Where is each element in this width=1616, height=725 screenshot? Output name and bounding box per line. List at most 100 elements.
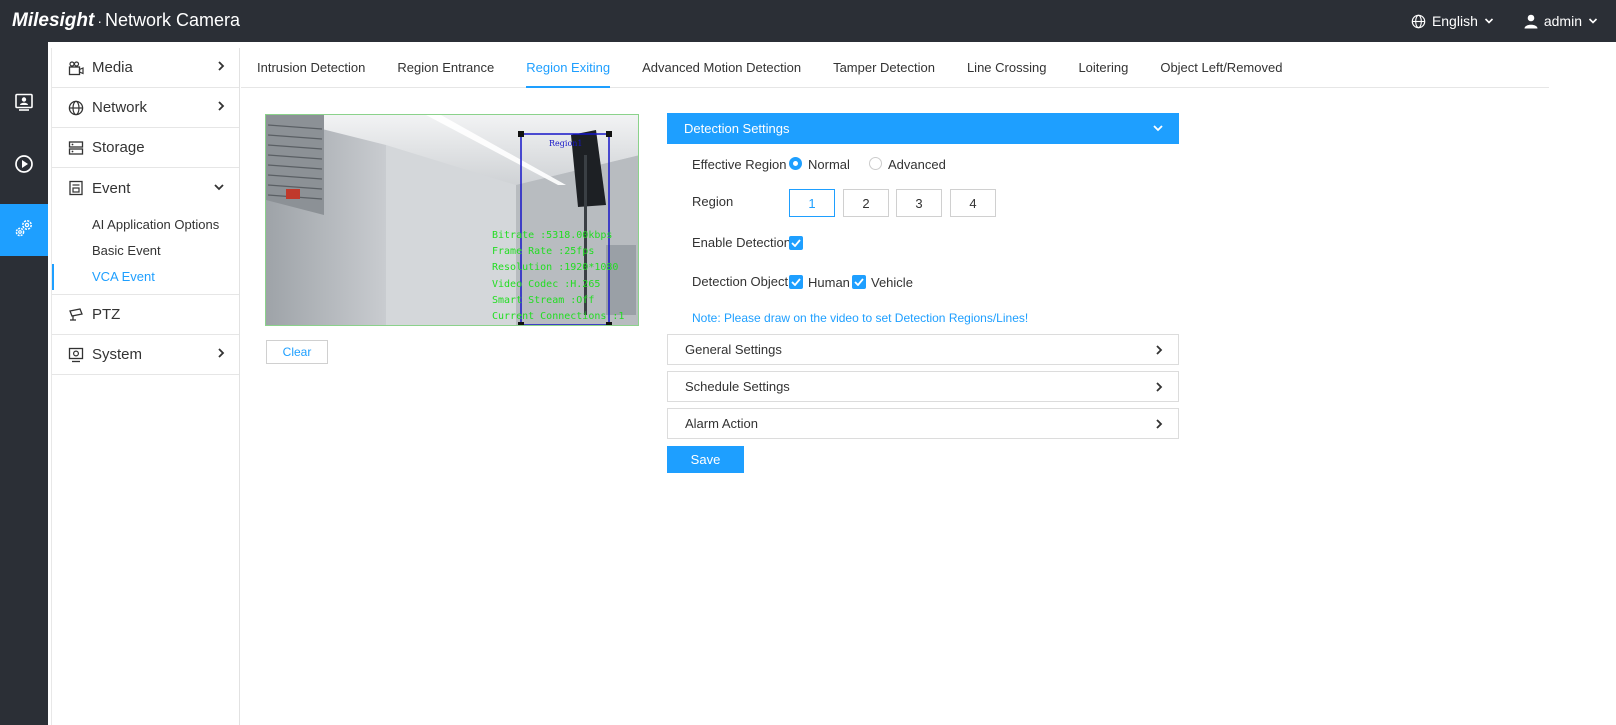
sidebar-item-ptz[interactable]: PTZ xyxy=(52,295,239,335)
chevron-right-icon xyxy=(217,60,225,75)
user-name: admin xyxy=(1543,13,1582,29)
sidebar-item-label: Storage xyxy=(92,139,145,156)
rail-live-view[interactable] xyxy=(0,78,48,130)
icon-rail xyxy=(0,42,48,725)
tab-region-entrance[interactable]: Region Entrance xyxy=(397,48,494,88)
chevron-down-icon xyxy=(1588,17,1598,25)
sidebar-subitem-vca-event[interactable]: VCA Event xyxy=(52,264,239,290)
alarm-action-header[interactable]: Alarm Action xyxy=(667,408,1179,439)
language-label: English xyxy=(1431,13,1478,29)
overlay-smart-stream: Smart Stream :Off xyxy=(492,294,595,306)
advanced-radio[interactable] xyxy=(869,157,882,170)
sidebar-item-event[interactable]: Event xyxy=(52,168,239,208)
sidebar-item-label: System xyxy=(92,346,143,363)
enable-detection-checkbox[interactable] xyxy=(789,236,803,250)
clear-button[interactable]: Clear xyxy=(266,340,328,364)
human-checkbox[interactable] xyxy=(789,275,803,289)
region-button-3[interactable]: 3 xyxy=(896,189,942,217)
chevron-right-icon xyxy=(217,100,225,115)
detection-object-label: Detection Object xyxy=(692,274,789,289)
checkmark-icon xyxy=(791,278,801,286)
sidebar-subitem-basic-event[interactable]: Basic Event xyxy=(52,238,239,264)
sidebar-item-label: Network xyxy=(92,99,148,116)
overlay-frame-rate: Frame Rate :25fps xyxy=(492,246,595,258)
vehicle-label: Vehicle xyxy=(871,275,913,290)
region-label: Region xyxy=(692,194,734,209)
live-view-icon xyxy=(14,92,34,117)
region-button-4[interactable]: 4 xyxy=(950,189,996,217)
normal-radio[interactable] xyxy=(789,157,802,170)
save-button[interactable]: Save xyxy=(667,446,744,473)
advanced-option-label: Advanced xyxy=(888,157,946,172)
sidebar-item-label: PTZ xyxy=(92,306,121,323)
overlay-connections: Current Connections :1 xyxy=(492,311,625,323)
chevron-down-icon xyxy=(1484,17,1494,25)
tab-tamper-detection[interactable]: Tamper Detection xyxy=(833,48,935,88)
sidebar-item-label: Media xyxy=(92,59,133,76)
checkmark-icon xyxy=(854,278,864,286)
tab-loitering[interactable]: Loitering xyxy=(1078,48,1128,88)
network-globe-icon xyxy=(68,100,84,116)
vca-tabs: Intrusion Detection Region Entrance Regi… xyxy=(241,48,1549,88)
tab-object-left-removed[interactable]: Object Left/Removed xyxy=(1160,48,1282,88)
user-icon xyxy=(1524,14,1538,29)
brand-separator: · xyxy=(97,13,103,29)
panel-title: Alarm Action xyxy=(685,416,758,431)
general-settings-header[interactable]: General Settings xyxy=(667,334,1179,365)
draw-note: Note: Please draw on the video to set De… xyxy=(692,311,1029,325)
tab-region-exiting[interactable]: Region Exiting xyxy=(526,48,610,88)
chevron-right-icon xyxy=(1155,381,1163,396)
checkmark-icon xyxy=(791,239,801,247)
overlay-resolution: Resolution :1920*1080 xyxy=(492,262,619,274)
enable-detection-label: Enable Detection xyxy=(692,235,792,250)
panel-title: General Settings xyxy=(685,342,782,357)
panel-title: Schedule Settings xyxy=(685,379,790,394)
video-preview[interactable]: Region1 Bitrate :5318.00kbps Frame Rate … xyxy=(265,114,639,326)
product-name: Network Camera xyxy=(105,10,241,30)
chevron-right-icon xyxy=(1155,344,1163,359)
human-label: Human xyxy=(808,275,850,290)
event-icon xyxy=(68,180,84,196)
settings-sidebar: Media Network Storage Event AI Applicati… xyxy=(51,48,240,725)
event-submenu: AI Application Options Basic Event VCA E… xyxy=(52,208,239,295)
schedule-settings-header[interactable]: Schedule Settings xyxy=(667,371,1179,402)
storage-icon xyxy=(68,140,84,156)
chevron-down-icon xyxy=(1152,122,1164,136)
tab-advanced-motion-detection[interactable]: Advanced Motion Detection xyxy=(642,48,801,88)
ptz-camera-icon xyxy=(68,307,84,323)
tab-line-crossing[interactable]: Line Crossing xyxy=(967,48,1047,88)
settings-icon xyxy=(13,217,35,244)
region-button-1[interactable]: 1 xyxy=(789,189,835,217)
playback-icon xyxy=(14,154,34,179)
tab-intrusion-detection[interactable]: Intrusion Detection xyxy=(257,48,365,88)
media-icon xyxy=(68,60,84,76)
stream-info-overlay: Bitrate :5318.00kbps Frame Rate :25fps R… xyxy=(492,228,624,325)
sidebar-item-media[interactable]: Media xyxy=(52,48,239,88)
brand: Milesight · Network Camera xyxy=(12,10,240,32)
rail-settings[interactable] xyxy=(0,204,48,256)
top-bar: Milesight · Network Camera English admin xyxy=(0,0,1616,42)
effective-region-label: Effective Region xyxy=(692,157,787,172)
vehicle-checkbox[interactable] xyxy=(852,275,866,289)
sidebar-item-label: Event xyxy=(92,179,131,197)
language-selector[interactable]: English xyxy=(1411,13,1494,29)
region-label: Region1 xyxy=(549,139,583,148)
globe-icon xyxy=(1411,14,1426,29)
panel-title: Detection Settings xyxy=(684,121,790,136)
chevron-right-icon xyxy=(217,347,225,362)
overlay-video-codec: Video Codec :H.265 xyxy=(492,278,601,290)
sidebar-item-storage[interactable]: Storage xyxy=(52,128,239,168)
chevron-down-icon xyxy=(213,180,225,195)
normal-option-label: Normal xyxy=(808,157,850,172)
rail-playback[interactable] xyxy=(0,140,48,192)
sidebar-item-system[interactable]: System xyxy=(52,335,239,375)
brand-logo: Milesight xyxy=(12,10,95,31)
sidebar-item-network[interactable]: Network xyxy=(52,88,239,128)
system-icon xyxy=(68,347,84,363)
detection-settings-header[interactable]: Detection Settings xyxy=(667,113,1179,144)
region-button-2[interactable]: 2 xyxy=(843,189,889,217)
chevron-right-icon xyxy=(1155,418,1163,433)
sidebar-subitem-ai-application-options[interactable]: AI Application Options xyxy=(52,212,239,238)
overlay-bitrate: Bitrate :5318.00kbps xyxy=(492,230,613,241)
user-menu[interactable]: admin xyxy=(1524,13,1598,29)
